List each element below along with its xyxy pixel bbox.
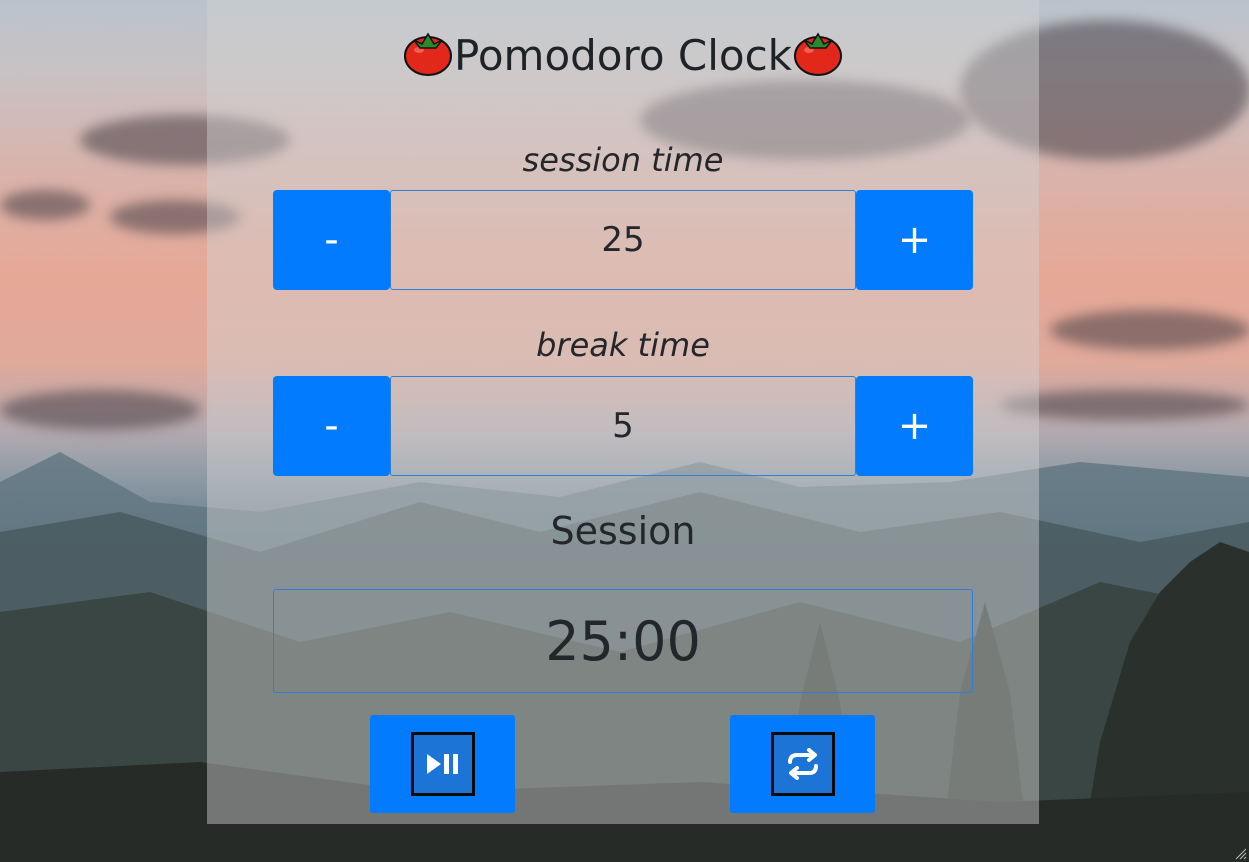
play-pause-button[interactable] (370, 715, 515, 813)
repeat-icon (787, 748, 818, 780)
break-length-value: 5 (390, 376, 856, 476)
session-length-value: 25 (390, 190, 856, 290)
page-title: Pomodoro Clock (207, 26, 1039, 84)
break-increment-button[interactable]: + (856, 376, 973, 476)
session-increment-button[interactable]: + (856, 190, 973, 290)
tomato-icon (404, 32, 452, 76)
resize-grip-icon[interactable] (1233, 846, 1247, 860)
session-stepper: - 25 + (273, 190, 973, 290)
session-decrement-button[interactable]: - (273, 190, 390, 290)
break-decrement-button[interactable]: - (273, 376, 390, 476)
timer-display: 25:00 (273, 589, 973, 693)
break-stepper: - 5 + (273, 376, 973, 476)
session-time-label: session time (522, 141, 724, 179)
break-time-label: break time (536, 326, 710, 364)
tomato-icon (794, 32, 842, 76)
timer-mode-label: Session (550, 509, 696, 553)
play-pause-icon (426, 754, 458, 774)
pomodoro-panel: Pomodoro Clock session time - 25 + break… (207, 0, 1039, 824)
reset-button[interactable] (730, 715, 875, 813)
app-title: Pomodoro Clock (454, 31, 792, 80)
